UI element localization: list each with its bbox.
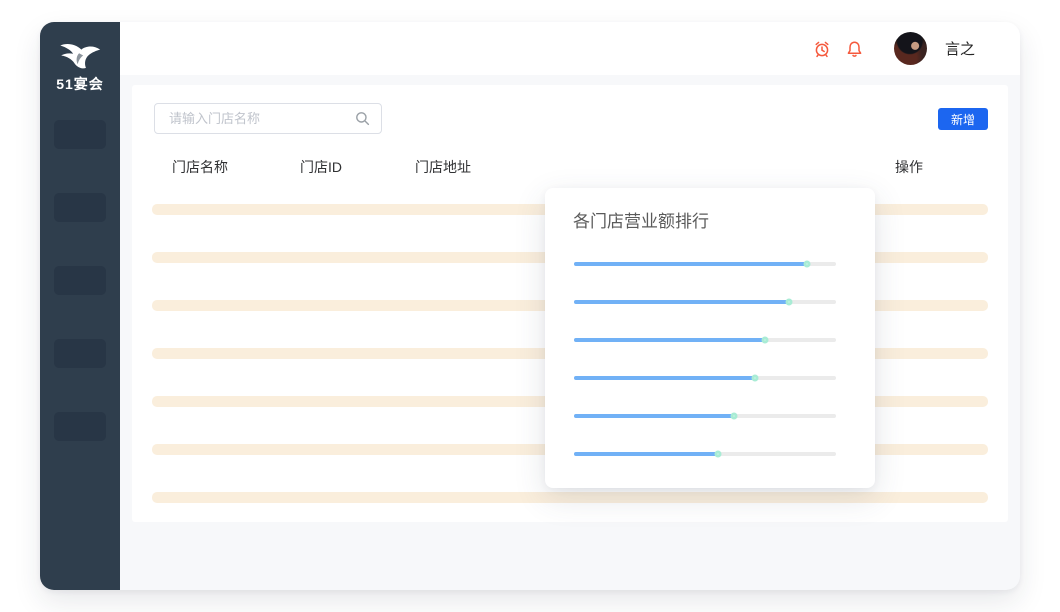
column-header: 门店名称 [172,157,228,177]
sidebar-item-placeholder[interactable] [54,120,106,149]
column-header: 操作 [895,157,923,177]
slider-fill [574,376,755,380]
ranking-slider[interactable] [574,397,836,435]
slider-handle[interactable] [785,299,792,306]
slider-handle[interactable] [762,337,769,344]
slider-fill [574,452,718,456]
sidebar-item-placeholder[interactable] [54,266,106,295]
search-box [154,103,382,134]
sidebar-item-placeholder[interactable] [54,339,106,368]
slider-fill [574,414,734,418]
slider-track [574,300,836,304]
search-input[interactable] [154,103,382,134]
column-header: 门店ID [300,157,342,177]
slider-fill [574,300,789,304]
header-actions: 言之 [813,22,975,75]
table-header-row: 门店名称 门店ID 门店地址 操作 [132,157,1008,179]
skeleton-row [152,492,988,503]
slider-fill [574,262,807,266]
sidebar-item-placeholder[interactable] [54,412,106,441]
ranking-slider[interactable] [574,359,836,397]
brand: 51宴会 [40,40,120,94]
sidebar: 51宴会 [40,22,120,590]
revenue-ranking-popover: 各门店营业额排行 [545,188,875,488]
sidebar-item-placeholder[interactable] [54,193,106,222]
slider-track [574,338,836,342]
column-header: 门店地址 [415,157,471,177]
user-name: 言之 [945,38,975,59]
ranking-slider[interactable] [574,435,836,473]
slider-track [574,376,836,380]
sidebar-menu [40,120,120,485]
ranking-slider[interactable] [574,321,836,359]
avatar[interactable] [894,32,927,65]
brand-name: 51宴会 [40,74,120,94]
search-icon [355,111,370,126]
slider-track [574,414,836,418]
swallow-logo-icon [58,40,102,72]
ranking-sliders [574,245,836,473]
ranking-slider[interactable] [574,283,836,321]
ranking-slider[interactable] [574,245,836,283]
slider-handle[interactable] [751,375,758,382]
slider-handle[interactable] [730,413,737,420]
bell-icon[interactable] [846,40,863,58]
slider-track [574,452,836,456]
slider-fill [574,338,765,342]
slider-track [574,262,836,266]
slider-handle[interactable] [715,451,722,458]
top-header: 言之 [120,22,1020,75]
alarm-clock-icon[interactable] [813,40,831,58]
popover-title: 各门店营业额排行 [573,207,709,232]
slider-handle[interactable] [804,261,811,268]
app-window: 51宴会 [40,22,1020,590]
add-button[interactable]: 新增 [938,108,988,130]
